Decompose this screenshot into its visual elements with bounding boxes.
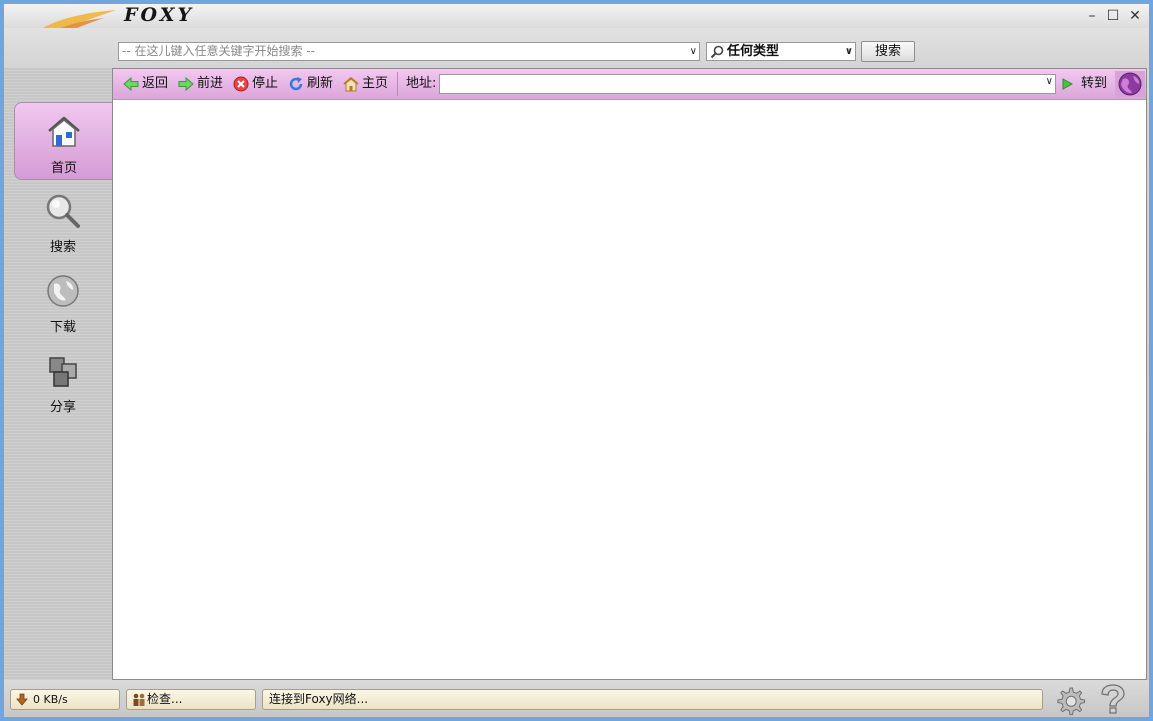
status-bar: 0 KB/s 检查... 连接到Foxy网络... <box>4 680 1149 717</box>
arrow-right-icon <box>178 76 194 92</box>
file-type-select[interactable]: 任何类型 ∨ <box>706 42 856 61</box>
help-icon[interactable] <box>1095 683 1131 715</box>
check-label: 检查... <box>147 692 183 706</box>
file-type-value: 任何类型 <box>727 44 780 59</box>
home-icon <box>48 116 80 147</box>
sidebar-item-label: 搜索 <box>49 240 76 255</box>
chevron-down-icon[interactable]: ∨ <box>1046 76 1053 87</box>
globe-icon <box>1115 71 1145 97</box>
check-status[interactable]: 检查... <box>126 689 256 710</box>
speed-value: 0 KB/s <box>33 693 68 706</box>
keyword-search-input[interactable]: -- 在这儿键入任意关键字开始搜索 -- ∨ <box>118 42 700 61</box>
forward-label: 前进 <box>197 76 224 91</box>
search-bar: -- 在这儿键入任意关键字开始搜索 -- ∨ 任何类型 ∨ 搜索 <box>4 28 1149 68</box>
refresh-label: 刷新 <box>307 76 334 91</box>
minimize-button[interactable]: – <box>1083 7 1101 25</box>
sidebar-item-home[interactable]: 首页 <box>14 102 112 180</box>
sidebar-item-label: 首页 <box>50 161 77 176</box>
status-message-field: 连接到Foxy网络... <box>262 689 1043 710</box>
sidebar-item-label: 分享 <box>49 400 76 415</box>
magnifier-icon <box>46 194 80 228</box>
status-message: 连接到Foxy网络... <box>269 692 369 706</box>
sidebar-item-search[interactable]: 搜索 <box>14 182 112 260</box>
globe-icon <box>47 275 79 307</box>
home-icon <box>343 76 359 92</box>
gear-icon[interactable] <box>1054 685 1086 717</box>
sidebar: 首页 搜索 下载 分享 <box>4 68 112 680</box>
search-button[interactable]: 搜索 <box>861 41 915 62</box>
go-label: 转到 <box>1081 76 1108 91</box>
brand-logo-text: FOXY <box>124 4 195 26</box>
home-page-label: 主页 <box>362 76 389 91</box>
maximize-button[interactable]: ☐ <box>1104 7 1122 25</box>
stop-icon <box>233 76 249 92</box>
download-arrow-icon <box>16 693 28 706</box>
toolbar-divider <box>397 72 398 96</box>
stop-label: 停止 <box>252 76 279 91</box>
sidebar-item-share[interactable]: 分享 <box>14 342 112 420</box>
cubes-icon <box>49 357 77 387</box>
sidebar-item-label: 下载 <box>49 320 76 335</box>
chevron-down-icon[interactable]: ∨ <box>845 43 853 60</box>
address-input[interactable]: ∨ <box>439 74 1056 94</box>
browser-panel: 返回 前进 停止 刷新 主页 地址: ∨ 转到 <box>112 68 1147 680</box>
refresh-icon <box>289 77 303 91</box>
close-button[interactable]: ✕ <box>1126 7 1144 25</box>
chevron-down-icon[interactable]: ∨ <box>690 43 697 60</box>
browser-nav-toolbar: 返回 前进 停止 刷新 主页 地址: ∨ 转到 <box>113 69 1146 100</box>
arrow-left-icon <box>123 76 139 92</box>
address-label: 地址: <box>406 76 437 91</box>
speed-indicator: 0 KB/s <box>10 689 120 710</box>
title-bar: FOXY – ☐ ✕ <box>4 4 1149 60</box>
app-window: FOXY – ☐ ✕ -- 在这儿键入任意关键字开始搜索 -- ∨ 任何类型 ∨… <box>4 4 1149 717</box>
play-arrow-icon <box>1062 78 1073 90</box>
users-icon <box>133 693 145 706</box>
back-label: 返回 <box>142 76 169 91</box>
keyword-placeholder: -- 在这儿键入任意关键字开始搜索 -- <box>122 44 315 58</box>
magnifier-icon <box>710 45 724 59</box>
sidebar-item-download[interactable]: 下载 <box>14 262 112 340</box>
